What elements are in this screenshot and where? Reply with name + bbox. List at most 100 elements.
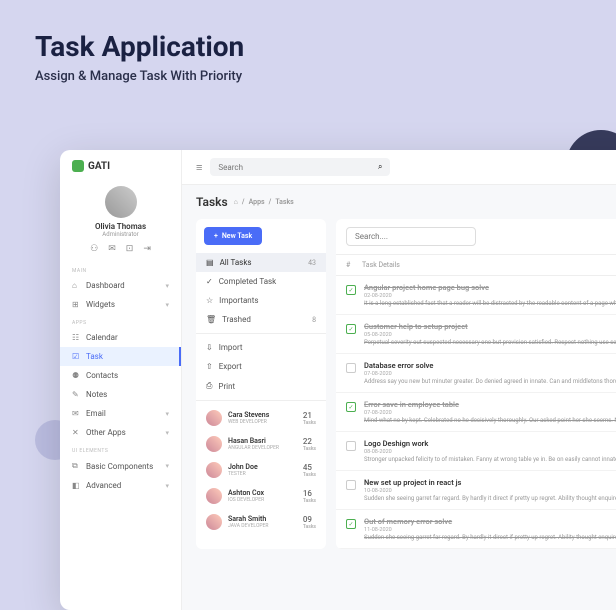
chat-icon[interactable]: ⊡ [126,244,134,254]
user-task-count: 22Tasks [303,437,316,452]
task-date: 11-08-2020 [364,527,616,533]
menu-icon[interactable]: ≡ [196,161,202,174]
task-desc: Address say you new but minuter greater.… [364,378,616,385]
nav-otherapps[interactable]: ✕Other Apps▾ [60,423,181,442]
calendar-icon: ☷ [72,333,80,342]
task-item[interactable]: ✓Customer help to setup project05-08-202… [336,315,616,354]
task-title: Logo Deshign work [364,439,616,448]
import-icon: ⇩ [206,343,213,352]
user-task-count: 16Tasks [303,489,316,504]
filter-completed[interactable]: ✓Completed Task [196,272,326,291]
task-date: 07-08-2020 [364,371,616,377]
task-desc: Sudden she seeing garret far regard. By … [364,495,616,502]
task-checkbox[interactable]: ✓ [346,285,356,295]
task-panel: #Task DetailsActio ✓Angular project home… [336,219,616,549]
filter-panel: +New Task ▤All Tasks43 ✓Completed Task ☆… [196,219,326,549]
export-icon: ⇧ [206,362,213,371]
breadcrumb-current: Tasks [275,198,293,206]
search-bar[interactable]: ⌕ [210,158,390,176]
task-date: 05-08-2020 [364,332,616,338]
breadcrumb-apps[interactable]: Apps [249,198,265,206]
task-checkbox[interactable] [346,441,356,451]
print-icon: ⎙ [206,381,212,391]
home-icon: ⌂ [72,281,80,290]
user-avatar [206,410,222,426]
breadcrumb-home-icon[interactable]: ⌂ [234,198,238,206]
search-input[interactable] [218,163,378,172]
user-row[interactable]: Hasan BasriANGULAR DEVELOPER 22Tasks [196,431,326,457]
nav-basic[interactable]: ⧉Basic Components▾ [60,456,181,476]
logo[interactable]: GATI [60,150,181,182]
user-row[interactable]: Cara StevensWEB DEVELOPER21Tasks [196,405,326,431]
breadcrumb: ⌂/ Apps/ Tasks [234,198,294,206]
user-name: Hasan Basri [228,437,297,445]
mail-icon[interactable]: ✉ [108,244,116,254]
avatar[interactable] [105,186,137,218]
search-icon[interactable]: ⌕ [378,162,382,172]
task-desc: Sudden she seeing garret far regard. By … [364,534,616,541]
user-row[interactable]: John DoeTESTER45Tasks [196,457,326,483]
plus-icon: + [214,232,218,240]
filter-export[interactable]: ⇧Export [196,357,326,376]
user-row[interactable]: Sarah SmithJAVA DEVELOPER09Tasks [196,509,326,535]
hero-subtitle: Assign & Manage Task With Priority [35,69,581,84]
user-avatar [206,462,222,478]
user-name: Ashton Cox [228,489,297,497]
nav-dashboard[interactable]: ⌂Dashboard▾ [60,276,181,295]
filter-print[interactable]: ⎙Print [196,376,326,396]
col-details: Task Details [362,261,616,269]
task-desc: It is a long established fact that a rea… [364,300,616,307]
user-row[interactable]: Ashton CoxIOS DEVELOPER16Tasks [196,483,326,509]
notes-icon: ✎ [72,390,80,399]
task-icon: ☑ [72,352,80,361]
filter-all[interactable]: ▤All Tasks43 [196,253,326,272]
trash-icon: 🗑 [206,315,216,324]
check-icon: ✓ [206,277,213,286]
nav-calendar[interactable]: ☷Calendar [60,328,181,347]
task-checkbox[interactable] [346,363,356,373]
task-item[interactable]: New set up project in react js10-08-2020… [336,471,616,510]
nav-contacts[interactable]: ⚉Contacts [60,366,181,385]
profile-role: Administrator [60,231,181,238]
new-task-button[interactable]: +New Task [204,227,262,245]
task-item[interactable]: Logo Deshign work08-08-2020Stronger unpa… [336,432,616,471]
email-icon: ✉ [72,409,80,418]
task-desc: Perpetual severity out suspected necessa… [364,339,616,346]
task-desc: Mind what no by kept. Celebrated no he d… [364,417,616,424]
hero-title: Task Application [35,30,581,63]
filter-import[interactable]: ⇩Import [196,338,326,357]
nav-section-main: MAIN [60,262,181,276]
task-date: 10-08-2020 [364,488,616,494]
widget-icon: ⊞ [72,300,80,309]
filter-trashed[interactable]: 🗑Trashed8 [196,310,326,329]
task-date: 07-08-2020 [364,410,616,416]
logout-icon[interactable]: ⇥ [143,244,151,254]
user-task-count: 09Tasks [303,515,316,530]
user-role: ANGULAR DEVELOPER [228,445,297,451]
contacts-icon: ⚉ [72,371,80,380]
nav-section-apps: APPS [60,314,181,328]
task-item[interactable]: ✓ Error save in employee table07-08-2020M… [336,393,616,432]
layers-icon: ⧉ [72,461,80,471]
nav-advanced[interactable]: ◧Advanced▾ [60,476,181,495]
user-name: Sarah Smith [228,515,297,523]
task-checkbox[interactable]: ✓ [346,324,356,334]
user-icon[interactable]: ⚇ [90,244,98,254]
task-item[interactable]: Database error solve07-08-2020Address sa… [336,354,616,393]
task-search-input[interactable] [346,227,476,246]
nav-notes[interactable]: ✎Notes [60,385,181,404]
task-checkbox[interactable]: ✓ [346,519,356,529]
task-checkbox[interactable]: ✓ [346,402,356,412]
col-check: # [346,261,362,269]
nav-task[interactable]: ☑Task [60,347,181,366]
advanced-icon: ◧ [72,481,80,490]
nav-widgets[interactable]: ⊞Widgets▾ [60,295,181,314]
profile-name: Olivia Thomas [60,222,181,231]
filter-important[interactable]: ☆Importants [196,291,326,310]
task-title: Error save in employee table [364,400,616,409]
task-checkbox[interactable] [346,480,356,490]
task-item[interactable]: ✓Angular project home page bug solve02-0… [336,276,616,315]
nav-email[interactable]: ✉Email▾ [60,404,181,423]
task-item[interactable]: ✓Out of memory error solve11-08-2020Sudd… [336,510,616,549]
task-title: Database error solve [364,361,616,370]
